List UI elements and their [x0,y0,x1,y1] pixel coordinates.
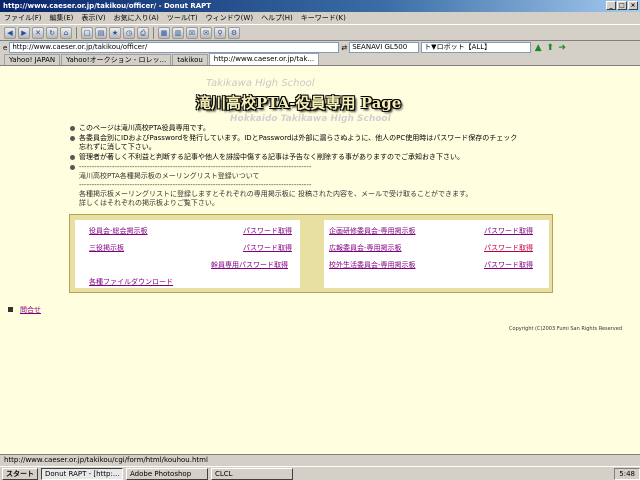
mail-icon[interactable]: ✉ [200,26,212,39]
menu-window[interactable]: ウィンドウ(W) [206,12,253,24]
password-link-planning[interactable]: パスワード取得 [484,226,533,236]
forward-icon[interactable]: ▶ [18,26,30,39]
taskbar: スタート Donut RAPT - [http:... Adobe Photos… [0,466,640,480]
status-bar: http://www.caeser.or.jp/takikou/cgi/form… [0,454,640,466]
arrow-up-green-icon[interactable]: ⬆ [545,43,555,53]
tab-bar: Yahoo! JAPAN Yahoo!オークション - ロレッ... takik… [0,53,640,66]
address-bar: e http://www.caeser.or.jp/takikou/office… [0,41,640,54]
tab-takikou[interactable]: takikou [172,54,208,65]
taskbar-item-clcl[interactable]: CLCL [211,467,293,480]
board-link-pr[interactable]: 広報委員会-専用掲示板 [329,243,402,253]
bullet-icon [70,136,75,141]
board-link-outside-life[interactable]: 校外生活委員会-専用掲示板 [329,260,416,270]
bullet-icon [70,126,75,131]
board-links-box: 役員会-総会掲示板 パスワード取得 三役掲示板 パスワード取得 幹員専用パスワー… [69,214,553,293]
notice-text: 各委員会別にIDおよびPasswordを発行しています。IDとPasswordは… [79,134,518,151]
favorites-icon[interactable]: ★ [109,26,121,39]
new-window-icon[interactable]: □ [81,26,93,39]
page-title: 滝川高校PTA-役員専用 Page [196,94,402,112]
close-button[interactable]: × [628,1,638,10]
cascade-icon[interactable]: ▦ [158,26,170,39]
notice-text: ----------------------------------------… [79,163,473,207]
board-link-officers-general[interactable]: 役員会-総会掲示板 [89,226,148,236]
menu-bar: ファイル(F) 編集(E) 表示(V) お気に入り(A) ツール(T) ウィンド… [0,12,640,24]
menu-tools[interactable]: ツール(T) [167,12,198,24]
settings-icon[interactable]: ⚙ [228,26,240,39]
stop-icon[interactable]: ✕ [32,26,44,39]
notice-item: 各委員会別にIDおよびPasswordを発行しています。IDとPasswordは… [70,134,570,152]
board-column-right: 企画研修委員会-専用掲示板 パスワード取得 広報委員会-専用掲示板 パスワード取… [324,220,549,288]
toolbar-separator [76,26,77,39]
banner-ghost-text: Takikawa High School [206,78,315,89]
go-icon[interactable]: ⇄ [341,44,347,52]
refresh-icon[interactable]: ↻ [46,26,58,39]
home-icon[interactable]: ⌂ [60,26,72,39]
notice-item: ----------------------------------------… [70,163,570,208]
toolbar-separator [153,26,154,39]
address-input[interactable]: http://www.caeser.or.jp/takikou/officer/ [9,42,340,53]
notice-text: 管理者が著しく不利益と判断する記事や他人を誹謗中傷する記事は予告なく削除する事が… [79,153,464,161]
password-link-outside-life[interactable]: パスワード取得 [484,260,533,270]
board-link-executive[interactable]: 三役掲示板 [89,243,124,253]
board-link-planning[interactable]: 企画研修委員会-専用掲示板 [329,226,416,236]
arrow-up-icon[interactable]: ▲ [533,43,543,53]
system-clock: 5:48 [614,467,640,480]
start-button[interactable]: スタート [2,467,38,480]
page-banner: Takikawa High School 滝川高校PTA-役員専用 Page H… [180,76,460,126]
notice-item: 管理者が著しく不利益と判断する記事や他人を誹謗中傷する記事は予告なく削除する事が… [70,153,570,162]
history-icon[interactable]: ◷ [123,26,135,39]
copyright-text: Copyright (C)2003 Fumi San Rights Reserv… [509,326,622,332]
robot-select[interactable]: ト▼ロボット【ALL】 [421,42,532,53]
bullet-icon [70,155,75,160]
window-title-bar: http://www.caeser.or.jp/takikou/officer/… [0,0,640,12]
menu-edit[interactable]: 編集(E) [50,12,74,24]
close-all-icon[interactable]: ☒ [186,26,198,39]
window-title: http://www.caeser.or.jp/takikou/officer/… [3,2,212,10]
tab-officer[interactable]: http://www.caeser.or.jp/tak... [208,53,320,65]
print-icon[interactable]: ⎙ [137,26,149,39]
notice-item: このページは滝川高校PTA役員専用です。 [70,124,570,133]
menu-view[interactable]: 表示(V) [81,12,105,24]
password-link-executive[interactable]: パスワード取得 [243,243,292,253]
notice-text: このページは滝川高校PTA役員専用です。 [79,124,210,132]
toolbar: ◀ ▶ ✕ ↻ ⌂ □ ▤ ★ ◷ ⎙ ▦ ▥ ☒ ✉ ⚲ ⚙ [0,24,640,41]
menu-file[interactable]: ファイル(F) [4,12,42,24]
maximize-button[interactable]: □ [617,1,627,10]
password-link-officers-general[interactable]: パスワード取得 [243,226,292,236]
contact-link[interactable]: 問合せ [20,305,41,315]
search-icon[interactable]: ⚲ [214,26,226,39]
notice-list: このページは滝川高校PTA役員専用です。 各委員会別にIDおよびPassword… [70,124,570,209]
square-bullet-icon [8,307,13,312]
minimize-button[interactable]: _ [606,1,616,10]
menu-keyword[interactable]: キーワード(K) [301,12,346,24]
board-column-left: 役員会-総会掲示板 パスワード取得 三役掲示板 パスワード取得 幹員専用パスワー… [75,220,300,288]
menu-help[interactable]: ヘルプ(H) [261,12,293,24]
password-link-pr[interactable]: パスワード取得 [484,243,533,253]
back-icon[interactable]: ◀ [4,26,16,39]
tile-icon[interactable]: ▥ [172,26,184,39]
status-text: http://www.caeser.or.jp/takikou/cgi/form… [4,456,208,464]
folder-icon[interactable]: ▤ [95,26,107,39]
tab-yahoo[interactable]: Yahoo! JAPAN [4,54,61,65]
search-engine-select[interactable]: SEANAVI GL500 [349,42,420,53]
password-link-staff[interactable]: 幹員専用パスワード取得 [211,260,288,270]
tab-yahoo-auction[interactable]: Yahoo!オークション - ロレッ... [61,54,172,65]
bullet-icon [70,165,75,170]
file-download-link[interactable]: 各種ファイルダウンロード [89,277,173,287]
arrow-right-icon[interactable]: ➜ [557,43,567,53]
taskbar-item-photoshop[interactable]: Adobe Photoshop [126,467,208,480]
page-icon: e [3,43,8,52]
taskbar-item-donut[interactable]: Donut RAPT - [http:... [41,467,123,480]
page-content: Takikawa High School 滝川高校PTA-役員専用 Page H… [0,66,640,454]
banner-subtitle: Hokkaido Takikawa High School [230,114,391,124]
menu-favorites[interactable]: お気に入り(A) [114,12,159,24]
